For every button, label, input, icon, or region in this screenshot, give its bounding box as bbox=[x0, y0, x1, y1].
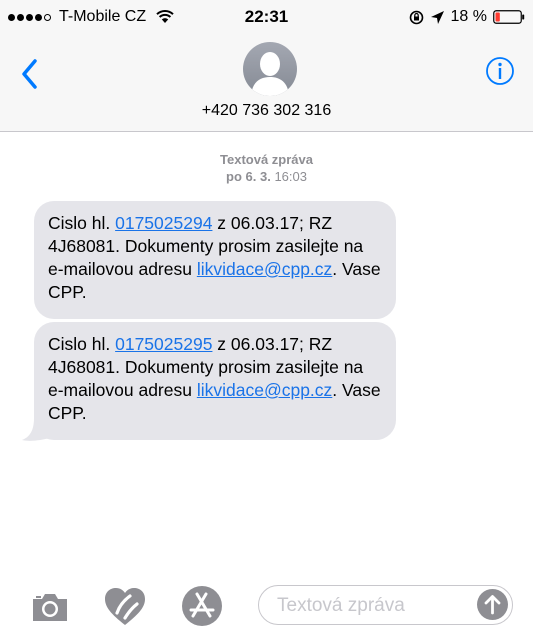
message-input[interactable]: Textová zpráva bbox=[258, 585, 513, 625]
send-button[interactable] bbox=[477, 589, 508, 620]
battery-icon bbox=[493, 10, 525, 24]
battery-percent: 18 % bbox=[450, 8, 487, 25]
service-label: Textová zpráva bbox=[220, 152, 313, 167]
chevron-left-icon[interactable] bbox=[20, 58, 40, 90]
phone-number-link[interactable]: 0175025294 bbox=[115, 213, 212, 233]
compose-toolbar: Textová zpráva bbox=[0, 579, 533, 629]
message-time: 16:03 bbox=[274, 169, 307, 184]
input-placeholder: Textová zpráva bbox=[277, 595, 405, 616]
contact-phone-number[interactable]: +420 736 302 316 bbox=[0, 102, 533, 120]
email-link[interactable]: likvidace@cpp.cz bbox=[197, 380, 332, 400]
info-icon[interactable] bbox=[485, 56, 515, 86]
message-bubble[interactable]: Cislo hl. 0175025295 z 06.03.17; RZ 4J68… bbox=[34, 322, 396, 440]
rotation-lock-icon bbox=[409, 10, 423, 24]
camera-icon[interactable] bbox=[30, 591, 70, 623]
contact-avatar[interactable] bbox=[243, 42, 297, 96]
status-right: 18 % bbox=[409, 8, 525, 26]
message-day: po 6. 3. bbox=[226, 169, 271, 184]
conversation-header: +420 736 302 316 bbox=[0, 34, 533, 132]
message-bubble[interactable]: Cislo hl. 0175025294 z 06.03.17; RZ 4J68… bbox=[34, 201, 396, 319]
person-silhouette-icon bbox=[251, 52, 289, 96]
message-meta: Textová zpráva po 6. 3. 16:03 bbox=[0, 151, 533, 185]
message-text: Cislo hl. bbox=[48, 213, 116, 233]
bubble-tail bbox=[22, 418, 50, 441]
digital-touch-heart-icon[interactable] bbox=[103, 587, 147, 627]
email-link[interactable]: likvidace@cpp.cz bbox=[197, 259, 332, 279]
phone-number-link[interactable]: 0175025295 bbox=[115, 334, 212, 354]
location-arrow-icon bbox=[430, 10, 444, 24]
status-bar: T-Mobile CZ 22:31 18 % bbox=[0, 0, 533, 34]
app-store-icon[interactable] bbox=[181, 585, 223, 627]
message-date: po 6. 3. 16:03 bbox=[0, 168, 533, 185]
message-text: Cislo hl. bbox=[48, 334, 116, 354]
send-arrow-icon bbox=[484, 595, 501, 615]
